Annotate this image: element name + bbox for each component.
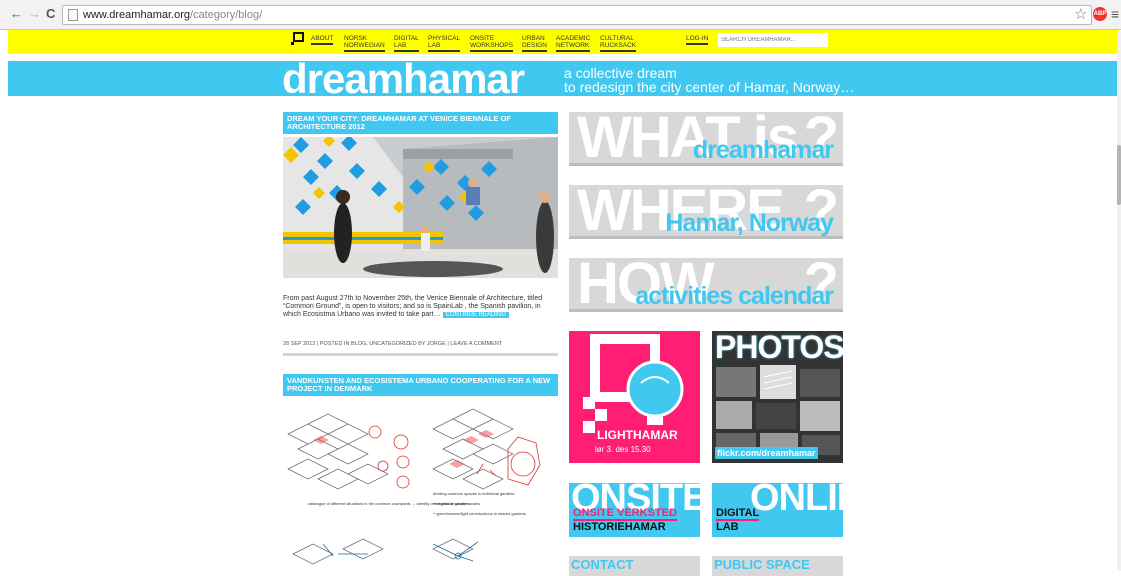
tagline-line1: a collective dream: [564, 65, 677, 81]
nav-item-about[interactable]: About: [311, 35, 334, 45]
sketch-caption-right-3: + greenhouses/light constructions in sha…: [433, 511, 526, 516]
panel-answer: activities calendar: [635, 282, 834, 310]
nav-item-sublabel: Network: [556, 42, 591, 52]
nav-item-label: Urban: [522, 35, 545, 42]
flickr-link[interactable]: flickr.com/dreamhamar: [715, 447, 818, 459]
nav-item-sublabel: Lab: [428, 42, 461, 52]
lighthamar-label: LIGHTHAMAR: [595, 428, 680, 442]
nav-item-label: Norsk: [344, 35, 368, 42]
post-title[interactable]: Dream your city: dreamhamar at Venice Bi…: [283, 112, 558, 134]
lightbulb-icon: [583, 334, 684, 433]
site-tagline: a collective dream to redesign the city …: [564, 66, 854, 94]
nav-item-sublabel: Norwegian: [344, 42, 385, 52]
online-tile[interactable]: ONLINE DIGITAL LAB: [712, 483, 843, 537]
photos-tile[interactable]: PHOTOS flickr.com/dreamhamar: [712, 331, 843, 463]
nav-item-label: About: [311, 35, 334, 42]
site-brand[interactable]: dreamhamar: [282, 57, 525, 101]
browser-toolbar: ← → C www.dreamhamar.org/category/blog/ …: [0, 0, 1121, 30]
panel-answer: Hamar, Norway: [665, 209, 834, 237]
site-header: dreamhamar a collective dream to redesig…: [8, 57, 1119, 101]
tagline-line2: to redesign the city center of Hamar, No…: [564, 79, 855, 95]
onsite-tile[interactable]: ONSITE ONSITE VERKSTED HISTORIEHAMAR: [569, 483, 700, 537]
address-bar[interactable]: www.dreamhamar.org/category/blog/: [62, 5, 1092, 25]
nav-item-sublabel: Lab: [394, 42, 419, 52]
url-text: www.dreamhamar.org/category/blog/: [83, 9, 262, 21]
url-host: www.dreamhamar.org: [83, 9, 190, 21]
photos-title: PHOTOS: [715, 331, 843, 365]
where-panel[interactable]: WHERE ? Hamar, Norway: [569, 185, 843, 239]
nav-item-cultural-rucksack[interactable]: Cultural Rucksack: [600, 35, 637, 52]
continue-reading-button[interactable]: Continue Reading: [442, 312, 509, 318]
post-photo[interactable]: [283, 137, 558, 278]
nav-item-sublabel: [311, 42, 334, 45]
onsite-line1: ONSITE VERKSTED: [573, 507, 677, 521]
nav-item-label: Physical: [428, 35, 461, 42]
login-label: Log-in: [686, 35, 709, 42]
nav-item-sublabel: Rucksack: [600, 42, 637, 52]
search-input[interactable]: [718, 33, 828, 47]
onsite-sublabel: ONSITE VERKSTED HISTORIEHAMAR: [573, 507, 677, 533]
nav-item-urban-design[interactable]: Urban Design: [522, 35, 547, 52]
login-link[interactable]: Log-in: [686, 35, 709, 45]
reload-button[interactable]: C: [46, 7, 55, 21]
how-panel[interactable]: HOW ? activities calendar: [569, 258, 843, 312]
browser-menu-icon[interactable]: ≡: [1111, 6, 1119, 22]
back-button[interactable]: ←: [10, 7, 23, 21]
contact-tile[interactable]: CONTACT: [569, 556, 700, 576]
nav-item-onsite-workshops[interactable]: Onsite Workshops: [470, 35, 513, 52]
panel-divider: [569, 309, 843, 312]
bookmark-star-icon[interactable]: ☆: [1074, 5, 1087, 23]
public-space-label: PUBLIC SPACE: [714, 557, 810, 572]
nav-item-label: Onsite: [470, 35, 495, 42]
panel-divider: [569, 236, 843, 239]
forward-button[interactable]: →: [28, 7, 41, 21]
online-sublabel: DIGITAL LAB: [716, 507, 760, 533]
login-underline: [686, 42, 709, 45]
nav-item-label: Digital: [394, 35, 419, 42]
panel-divider: [569, 163, 843, 166]
post-excerpt: From past August 27th to November 25th, …: [283, 295, 558, 319]
biennale-photo: [283, 137, 558, 278]
lighthamar-tile[interactable]: LIGHTHAMAR lør 3. des 15.30: [569, 331, 700, 463]
post-sketch-image[interactable]: catalogue of different situations in the…: [283, 404, 558, 571]
panel-answer: dreamhamar: [692, 136, 834, 164]
nav-item-norsk[interactable]: Norsk Norwegian: [344, 35, 385, 52]
lighthamar-date: lør 3. des 15.30: [595, 445, 651, 454]
nav-item-sublabel: Workshops: [470, 42, 513, 52]
url-path: /category/blog/: [190, 9, 263, 21]
scrollbar-thumb[interactable]: [1117, 145, 1121, 205]
onsite-line2: HISTORIEHAMAR: [573, 521, 666, 533]
dreamhamar-logo-icon[interactable]: [290, 32, 304, 46]
page-icon: [68, 9, 78, 21]
nav-item-label: Academic: [556, 35, 591, 42]
sketch-caption-right-1: dividing common spaces in individual gar…: [433, 491, 514, 496]
nav-item-physical-lab[interactable]: Physical Lab: [428, 35, 461, 52]
post-title[interactable]: Vandkunsten and Ecosistema Urbano cooper…: [283, 374, 558, 396]
post-divider: [283, 353, 558, 356]
post-meta: 28 Sep 2012 | Posted in Blog, Uncategori…: [283, 341, 503, 347]
nav-item-academic-network[interactable]: Academic Network: [556, 35, 591, 52]
online-big-label: ONLINE: [750, 483, 843, 519]
what-is-panel[interactable]: WHAT is ? dreamhamar: [569, 112, 843, 166]
nav-item-sublabel: Design: [522, 42, 547, 52]
adblock-icon[interactable]: ABP: [1093, 7, 1107, 21]
page-scrollbar[interactable]: [1117, 31, 1121, 571]
public-space-tile[interactable]: PUBLIC SPACE: [712, 556, 843, 576]
online-line1: DIGITAL: [716, 507, 760, 521]
sketch-caption-right-2: + vegetable gardens: [433, 501, 469, 506]
nav-item-label: Cultural: [600, 35, 634, 42]
online-line2: LAB: [716, 521, 739, 533]
nav-item-digital-lab[interactable]: Digital Lab: [394, 35, 419, 52]
contact-label: CONTACT: [571, 557, 634, 572]
top-navigation: About Norsk Norwegian Digital Lab Physical…: [8, 30, 1119, 54]
courtyard-sketch: catalogue of different situations in the…: [287, 408, 541, 565]
